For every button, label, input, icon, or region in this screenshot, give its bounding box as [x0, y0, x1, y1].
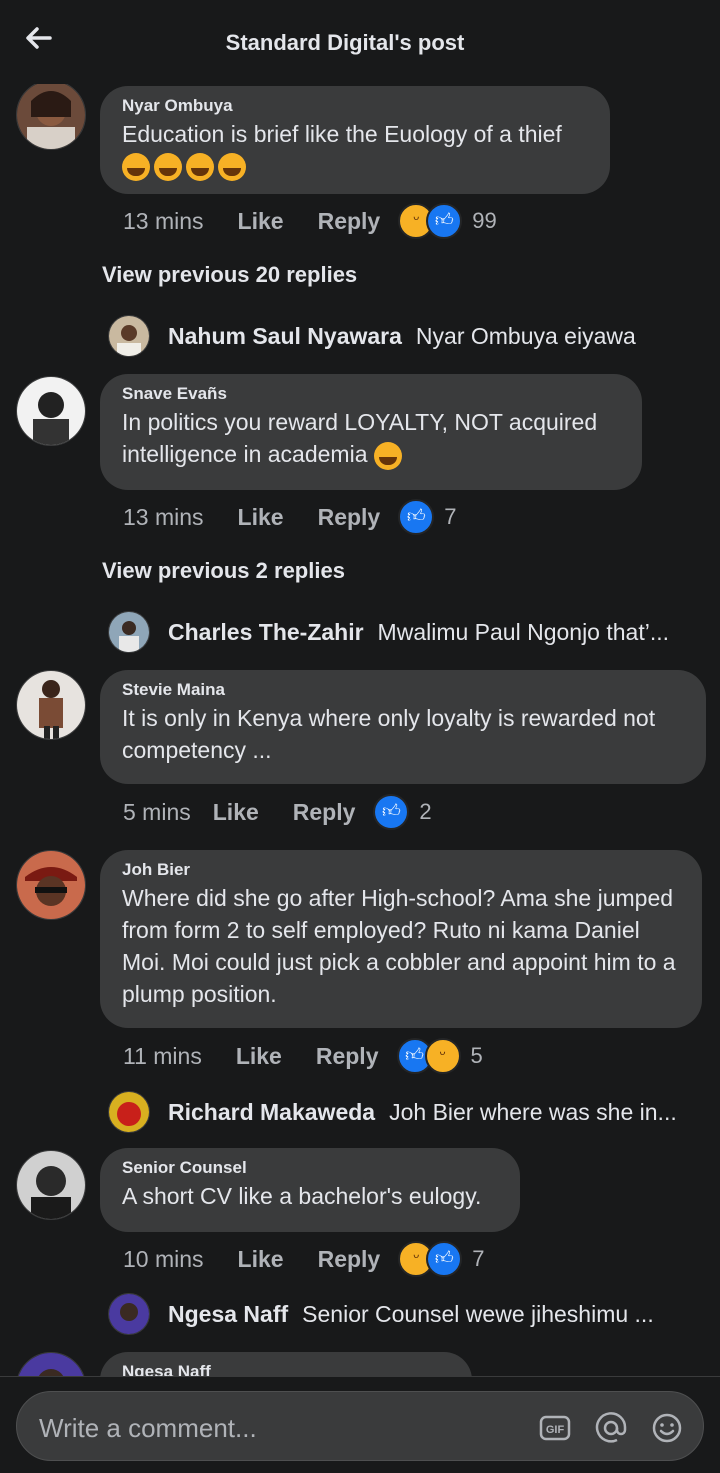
avatar[interactable]	[16, 850, 86, 920]
comment-bubble[interactable]: Senior Counsel A short CV like a bachelo…	[100, 1148, 520, 1232]
comment-author[interactable]: Snave Evañs	[122, 384, 620, 404]
comment-bubble[interactable]: Nyar Ombuya Education is brief like the …	[100, 86, 610, 194]
reaction-summary[interactable]: ᵕ 👍︎ 7	[398, 1241, 484, 1277]
comment-time: 13 mins	[123, 503, 204, 530]
comment-author[interactable]: Ngesa Naff	[122, 1362, 450, 1376]
comment-composer: GIF	[0, 1376, 720, 1473]
laughing-emoji-row	[122, 150, 588, 182]
view-previous-replies-link[interactable]: View previous 2 replies	[102, 558, 345, 584]
tears-of-joy-icon	[186, 152, 214, 181]
reaction-count: 7	[444, 504, 457, 529]
comment-actions: 13 mins Like Reply 👍︎ 7	[123, 499, 456, 535]
avatar[interactable]	[108, 315, 150, 357]
comment-author[interactable]: Senior Counsel	[122, 1158, 498, 1178]
sweat-smile-icon	[373, 441, 402, 470]
comment-text: A short CV like a bachelor's eulogy.	[122, 1183, 482, 1209]
svg-text:GIF: GIF	[546, 1424, 565, 1436]
like-reaction-icon: 👍︎	[426, 1241, 463, 1277]
reply-author[interactable]: Richard Makaweda	[168, 1099, 375, 1126]
avatar[interactable]	[16, 376, 86, 446]
comment-actions: 13 mins Like Reply ᵕ 👍︎ 99	[123, 203, 497, 239]
like-button[interactable]: Like	[213, 799, 259, 826]
reaction-count: 99	[472, 208, 497, 233]
page-title: Standard Digital's post	[225, 30, 465, 55]
like-reaction-icon: 👍︎	[398, 499, 435, 535]
reply-text: Mwalimu Paul Ngonjo that’...	[377, 618, 670, 645]
reply-preview[interactable]: Richard Makaweda Joh Bier where was she …	[108, 1090, 698, 1134]
comment-text: In politics you reward LOYALTY, NOT acqu…	[122, 406, 620, 470]
comment-text: It is only in Kenya where only loyalty i…	[122, 705, 656, 763]
comment-actions: 11 mins Like Reply 👍︎ ᵕ 5	[123, 1038, 483, 1074]
at-mention-icon[interactable]	[595, 1412, 627, 1444]
comment-text: Where did she go after High-school? Ama …	[122, 885, 676, 1007]
tears-of-joy-icon	[154, 152, 182, 181]
reply-author[interactable]: Charles The-Zahir	[168, 619, 364, 646]
comment-time: 5 mins	[123, 798, 191, 825]
like-button[interactable]: Like	[238, 504, 284, 531]
reaction-summary[interactable]: 👍︎ 7	[398, 499, 456, 535]
comment-time: 13 mins	[123, 207, 204, 234]
like-reaction-icon: 👍︎	[426, 203, 463, 239]
avatar[interactable]	[108, 611, 150, 653]
reply-button[interactable]: Reply	[318, 1246, 381, 1273]
comment-bubble[interactable]: Snave Evañs In politics you reward LOYAL…	[100, 374, 642, 490]
comment-actions: 10 mins Like Reply ᵕ 👍︎ 7	[123, 1241, 484, 1277]
tears-of-joy-icon	[218, 152, 246, 181]
comment-input-container[interactable]: GIF	[16, 1391, 704, 1461]
reply-preview[interactable]: Nahum Saul Nyawara Nyar Ombuya eiyawa	[108, 314, 698, 358]
reply-button[interactable]: Reply	[316, 1043, 379, 1070]
comment-bubble[interactable]: Stevie Maina It is only in Kenya where o…	[100, 670, 706, 784]
comment-author[interactable]: Joh Bier	[122, 860, 680, 880]
comments-list[interactable]: Nyar Ombuya Education is brief like the …	[0, 0, 720, 1376]
view-previous-replies-link[interactable]: View previous 20 replies	[102, 262, 357, 288]
avatar[interactable]	[16, 670, 86, 740]
gif-icon[interactable]: GIF	[539, 1412, 571, 1444]
avatar[interactable]	[108, 1293, 150, 1335]
comment-input[interactable]	[37, 1404, 521, 1452]
reply-text: Senior Counsel wewe jiheshimu ...	[302, 1300, 654, 1327]
avatar[interactable]	[16, 1352, 86, 1376]
comment-text: Education is brief like the Euology of a…	[122, 121, 562, 147]
comment-author[interactable]: Nyar Ombuya	[122, 96, 588, 116]
comment-time: 10 mins	[123, 1245, 204, 1272]
reply-author[interactable]: Ngesa Naff	[168, 1301, 288, 1328]
reaction-summary[interactable]: 👍︎ ᵕ 5	[396, 1038, 483, 1074]
reply-preview[interactable]: Ngesa Naff Senior Counsel wewe jiheshimu…	[108, 1292, 698, 1336]
comment-time: 11 mins	[123, 1042, 202, 1069]
haha-reaction-icon: ᵕ	[424, 1038, 461, 1074]
reaction-count: 5	[470, 1043, 483, 1068]
comment-actions: 5 mins Like Reply 👍︎ 2	[123, 794, 432, 830]
like-button[interactable]: Like	[238, 1246, 284, 1273]
comment-author[interactable]: Stevie Maina	[122, 680, 684, 700]
reply-button[interactable]: Reply	[293, 799, 356, 826]
comment-bubble[interactable]: Joh Bier Where did she go after High-sch…	[100, 850, 702, 1028]
reply-button[interactable]: Reply	[318, 504, 381, 531]
comment-bubble[interactable]: Ngesa Naff	[100, 1352, 472, 1376]
reaction-count: 2	[419, 799, 432, 824]
reaction-count: 7	[472, 1246, 485, 1271]
tears-of-joy-icon	[122, 152, 150, 181]
like-reaction-icon: 👍︎	[373, 794, 410, 830]
comment-text-body: In politics you reward LOYALTY, NOT acqu…	[122, 409, 598, 467]
emoji-icon[interactable]	[651, 1412, 683, 1444]
reply-text: Nyar Ombuya eiyawa	[415, 322, 636, 349]
avatar[interactable]	[16, 80, 86, 150]
top-bar: Standard Digital's post	[0, 0, 720, 84]
avatar[interactable]	[16, 1150, 86, 1220]
reply-button[interactable]: Reply	[318, 208, 381, 235]
reaction-summary[interactable]: 👍︎ 2	[373, 794, 432, 830]
reply-text: Joh Bier where was she in...	[389, 1098, 677, 1125]
avatar[interactable]	[108, 1091, 150, 1133]
like-button[interactable]: Like	[238, 208, 284, 235]
reply-author[interactable]: Nahum Saul Nyawara	[168, 323, 402, 350]
like-button[interactable]: Like	[236, 1043, 282, 1070]
reply-preview[interactable]: Charles The-Zahir Mwalimu Paul Ngonjo th…	[108, 610, 698, 654]
reaction-summary[interactable]: ᵕ 👍︎ 99	[398, 203, 497, 239]
